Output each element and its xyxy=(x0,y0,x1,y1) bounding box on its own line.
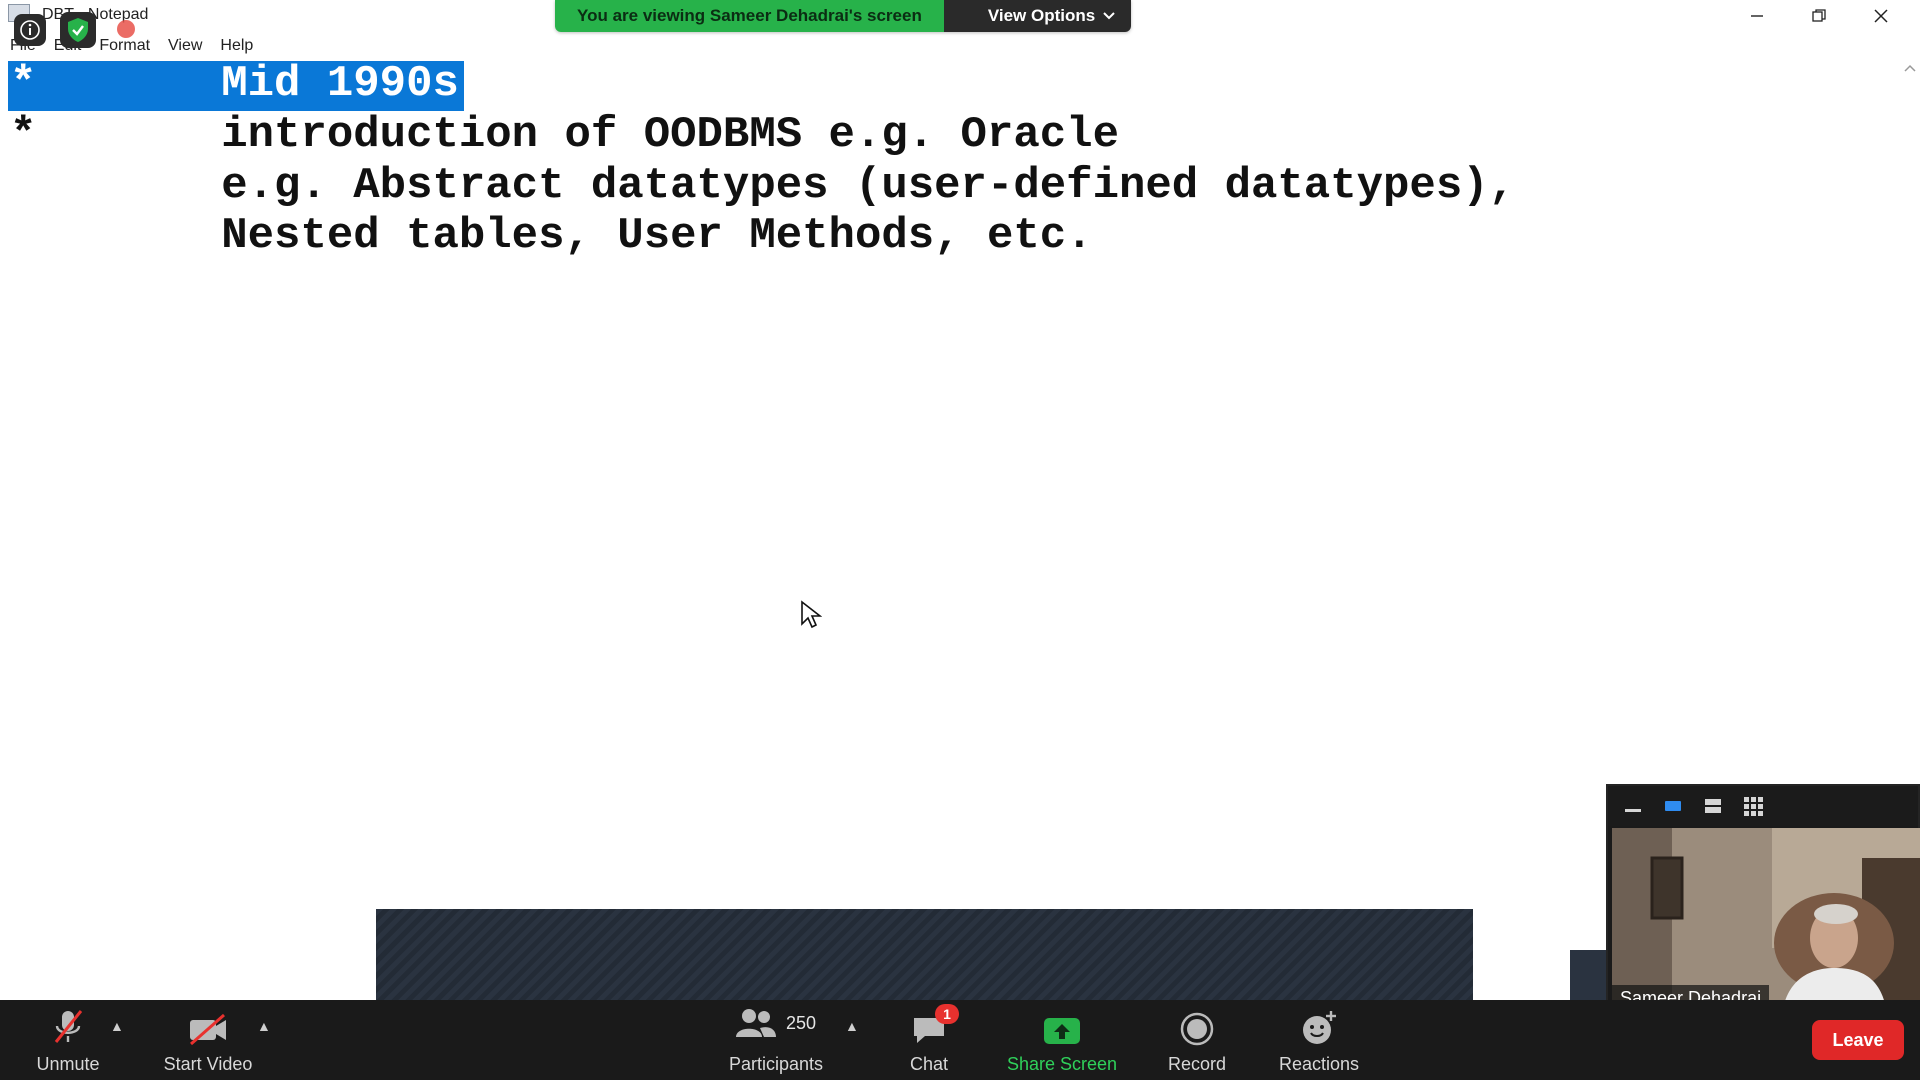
participants-icon xyxy=(735,1009,776,1037)
mouse-pointer-icon xyxy=(801,600,822,629)
minimize-video-button[interactable] xyxy=(1622,795,1644,817)
participant-video-tile[interactable]: Sameer Dehadrai xyxy=(1606,784,1920,1016)
document-line-3[interactable]: e.g. Abstract datatypes (user-defined da… xyxy=(10,162,1515,210)
close-icon xyxy=(1874,9,1888,23)
view-options-label: View Options xyxy=(987,6,1096,25)
start-video-label: Start Video xyxy=(163,1054,253,1074)
document-line-4[interactable]: Nested tables, User Methods, etc. xyxy=(10,212,1092,260)
unmute-button[interactable]: Unmute xyxy=(28,1000,108,1080)
chat-label: Chat xyxy=(909,1054,949,1074)
scroll-up-arrow-icon xyxy=(1904,64,1916,72)
restore-icon xyxy=(1812,9,1826,22)
microphone-muted-icon xyxy=(54,1010,83,1043)
participant-count: 250 xyxy=(785,1012,817,1033)
unmute-label: Unmute xyxy=(36,1054,100,1074)
restore-button[interactable] xyxy=(1788,0,1850,32)
record-button[interactable]: Record xyxy=(1157,1000,1237,1080)
minimize-video-icon xyxy=(1625,809,1641,812)
audio-options-caret-icon[interactable]: ▲ xyxy=(110,1018,124,1034)
view-options-button[interactable]: View Options xyxy=(943,0,1132,32)
share-screen-button[interactable]: Share Screen xyxy=(1004,1000,1120,1080)
minimize-icon xyxy=(1751,15,1763,17)
meeting-toolbar: Unmute ▲ Start Video ▲ 250 Participants … xyxy=(0,1000,1920,1080)
share-banner-text: You are viewing Sameer Dehadrai's screen xyxy=(555,0,944,32)
dark-panel-edge xyxy=(1570,950,1610,1001)
video-options-caret-icon[interactable]: ▲ xyxy=(257,1018,271,1034)
participants-label: Participants xyxy=(728,1054,824,1074)
minimize-button[interactable] xyxy=(1726,0,1788,32)
gallery-view-icon xyxy=(1744,797,1763,816)
document-line-2[interactable]: * introduction of OODBMS e.g. Oracle xyxy=(10,111,1119,159)
record-icon xyxy=(1180,1012,1214,1046)
chat-button[interactable]: 1 Chat xyxy=(899,1000,959,1080)
speaker-view-icon xyxy=(1665,801,1681,811)
reactions-button[interactable]: Reactions xyxy=(1272,1000,1366,1080)
speaker-view-button[interactable] xyxy=(1662,795,1684,817)
start-video-button[interactable]: Start Video xyxy=(158,1000,258,1080)
gallery-view-button[interactable] xyxy=(1742,795,1764,817)
participants-button[interactable]: 250 Participants xyxy=(716,1000,836,1080)
leave-meeting-button[interactable]: Leave xyxy=(1812,1020,1904,1060)
screen-share-banner: You are viewing Sameer Dehadrai's screen… xyxy=(555,0,1132,32)
reactions-label: Reactions xyxy=(1278,1054,1360,1074)
video-camera-off-icon xyxy=(190,1013,226,1046)
record-label: Record xyxy=(1167,1054,1227,1074)
meeting-info-button[interactable] xyxy=(14,14,46,46)
recording-indicator-icon xyxy=(117,20,135,38)
chevron-down-icon xyxy=(1103,12,1115,20)
smiley-plus-icon xyxy=(1303,1011,1336,1044)
menu-view[interactable]: View xyxy=(159,34,211,58)
strip-view-icon xyxy=(1705,799,1721,813)
close-button[interactable] xyxy=(1850,0,1912,32)
strip-view-button[interactable] xyxy=(1702,795,1724,817)
chat-unread-badge: 1 xyxy=(935,1004,959,1024)
info-icon xyxy=(20,20,40,40)
shield-check-icon xyxy=(68,18,88,42)
dark-hatched-panel xyxy=(376,909,1473,1001)
share-screen-icon xyxy=(1044,1018,1080,1044)
participants-options-caret-icon[interactable]: ▲ xyxy=(845,1018,859,1034)
security-status-button[interactable] xyxy=(60,12,96,48)
share-screen-label: Share Screen xyxy=(1006,1054,1118,1074)
document-line-1[interactable]: * Mid 1990s xyxy=(10,60,459,108)
video-tile-toolbar xyxy=(1608,786,1918,826)
menu-help[interactable]: Help xyxy=(211,34,262,58)
